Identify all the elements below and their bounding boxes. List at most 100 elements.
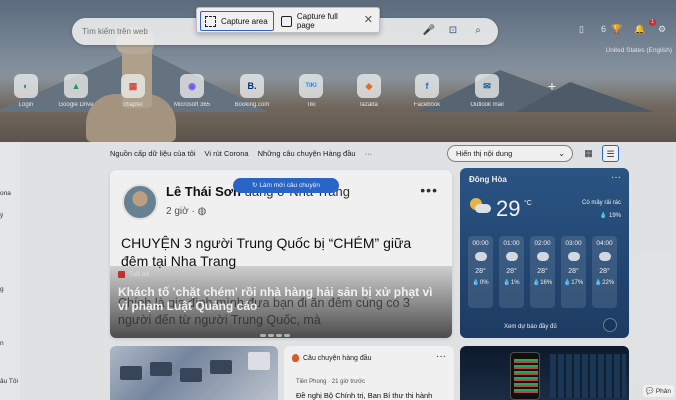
chevron-down-icon: ⌄ — [558, 149, 565, 158]
capture-full-page-button[interactable]: Capture full page — [277, 11, 361, 31]
close-icon[interactable]: ✕ — [364, 13, 373, 26]
weather-condition: Có mây rải rác — [581, 200, 621, 206]
partly-cloudy-icon — [471, 249, 487, 261]
news-source: Tiền Phong · 21 giờ trước — [296, 379, 366, 385]
sidebar-item[interactable]: n — [0, 340, 4, 347]
quick-link-icon: ◉ — [180, 74, 204, 98]
quick-link[interactable]: ▲ Google Drive — [51, 74, 101, 108]
quick-link-icon: ◆ — [357, 74, 381, 98]
quick-link-icon: ▦ — [121, 74, 145, 98]
capture-full-page-icon — [281, 15, 292, 27]
news-image-card[interactable] — [460, 346, 629, 400]
phone-image — [510, 352, 540, 400]
list-layout-icon[interactable]: ☰ — [602, 145, 619, 162]
visual-search-icon[interactable]: ⊡ — [446, 24, 460, 38]
quick-link-label: Google Drive — [58, 102, 94, 108]
quick-link-label: chaptei — [123, 102, 143, 108]
weather-unit[interactable]: °C — [524, 200, 532, 207]
partly-cloudy-icon — [533, 249, 549, 261]
sidebar-item[interactable]: âu Tôi — [0, 378, 18, 385]
hourly-forecast-item[interactable]: 00:00 28° 💧0% — [468, 236, 493, 308]
news-image-card[interactable] — [110, 346, 278, 400]
quick-link[interactable]: ◉ Microsoft 365 — [167, 74, 217, 108]
partly-cloudy-icon — [564, 249, 580, 261]
quick-link-icon: ✉ — [475, 74, 499, 98]
quick-link-icon: B. — [240, 74, 264, 98]
rewards-points[interactable]: 6 — [601, 24, 606, 34]
sidebar-item[interactable]: g — [0, 286, 4, 293]
capture-toolbar: Capture area Capture full page ✕ — [196, 7, 380, 33]
content-area: ona ý g n âu Tôi Nguồn cấp dữ liệu của tôi Vi… — [0, 142, 676, 400]
full-forecast-link[interactable]: Xem dự báo đầy đủ — [504, 324, 557, 330]
news-title[interactable]: Đề nghị Bộ Chính trị, Ban Bí thư thi hàn… — [296, 391, 432, 400]
news-card[interactable]: Lê Thái Sơn đang ở Nha Trang 2 giờ · ◍ •… — [110, 170, 452, 338]
plus-icon: + — [547, 78, 557, 94]
quick-link-label: Outlook mail — [470, 102, 504, 108]
gear-icon[interactable]: ⚙ — [658, 24, 666, 35]
notification-badge: 1 — [649, 19, 656, 26]
search-icon[interactable]: ⌕ — [471, 24, 485, 38]
quick-link-icon: ▲ — [64, 74, 88, 98]
quick-link-label: Login — [18, 102, 34, 108]
add-shortcut-button[interactable]: + — [527, 74, 577, 94]
hourly-forecast-item[interactable]: 01:00 28° 💧1% — [499, 236, 524, 308]
feed-tab[interactable]: Nguồn cấp dữ liệu của tôi — [110, 149, 196, 158]
quick-link-label: Microsoft 365 — [173, 102, 210, 108]
sidebar-item[interactable]: ý — [0, 212, 3, 219]
capture-full-page-label: Capture full page — [296, 12, 338, 30]
quick-link[interactable]: ▦ chaptei — [108, 74, 158, 108]
quick-link-label: Facebook — [413, 102, 441, 108]
hourly-forecast: 00:00 28° 💧0% 01:00 28° 💧1% 02:00 28° 💧16% 03:00 2… — [468, 236, 622, 312]
quick-link[interactable]: B. Booking.com — [227, 74, 277, 108]
source-logo-icon — [118, 271, 125, 278]
feed-tab[interactable]: Vi rút Corona — [205, 149, 249, 158]
refresh-stories-button[interactable]: ↻ Làm mới câu chuyện — [233, 178, 339, 193]
left-sidebar: ona ý g n âu Tôi — [0, 142, 20, 400]
capture-area-button[interactable]: Capture area — [200, 11, 274, 31]
bell-icon[interactable]: 🔔 — [634, 24, 645, 35]
fire-icon — [292, 354, 299, 362]
microphone-icon[interactable]: 🎤 — [422, 24, 436, 38]
hourly-forecast-item[interactable]: 03:00 28° 💧17% — [561, 236, 586, 308]
quick-link-label: lazada — [360, 102, 378, 108]
more-options-icon[interactable]: ••• — [420, 182, 438, 198]
carousel-dots[interactable] — [260, 330, 300, 337]
sidebar-item[interactable]: ona — [0, 190, 11, 197]
quick-link-icon: TIKI — [299, 74, 323, 98]
feed-tab[interactable]: ··· — [365, 149, 373, 158]
quick-link-icon: ◐ — [14, 74, 38, 98]
feed-tab[interactable]: Những câu chuyện Hàng đầu — [258, 149, 356, 158]
quick-link[interactable]: TIKI Tiki — [286, 74, 336, 108]
locale-label[interactable]: United States (English) — [606, 47, 672, 54]
weather-card[interactable]: Đông Hòa ··· 29 °C Có mây rải rác 💧 19% … — [460, 168, 629, 338]
phone-icon[interactable]: ▯ — [579, 24, 584, 35]
partly-cloudy-icon — [502, 249, 518, 261]
hourly-forecast-item[interactable]: 04:00 28° 💧22% — [592, 236, 617, 308]
trophy-icon[interactable]: 🏆 — [611, 24, 622, 35]
news-source: Tuổi trẻ — [118, 271, 149, 278]
more-options-icon[interactable]: ··· — [611, 172, 621, 183]
weather-location[interactable]: Đông Hòa — [469, 175, 507, 184]
globe-icon: ◍ — [197, 206, 207, 217]
grid-layout-icon[interactable]: ▦ — [580, 145, 597, 162]
post-time: 2 giờ · ◍ — [166, 206, 207, 217]
display-content-value: Hiển thị nội dung — [456, 149, 513, 158]
display-content-select[interactable]: Hiển thị nội dung ⌄ — [447, 145, 573, 162]
news-title[interactable]: Khách tố 'chặt chém' rồi nhà hàng hải sả… — [118, 285, 444, 313]
quick-link[interactable]: f Facebook — [402, 74, 452, 108]
weather-temperature: 29 — [496, 196, 521, 221]
quick-link[interactable]: ✉ Outlook mail — [462, 74, 512, 108]
quick-link[interactable]: ◆ lazada — [344, 74, 394, 108]
quick-link-icon: f — [415, 74, 439, 98]
hourly-forecast-item[interactable]: 02:00 28° 💧16% — [530, 236, 555, 308]
top-stories-card[interactable]: Câu chuyện hàng đầu ··· Tiền Phong · 21 … — [284, 346, 454, 400]
quick-link[interactable]: ◐ Login — [1, 74, 51, 108]
more-options-icon[interactable]: ··· — [436, 351, 446, 362]
quick-link-label: Booking.com — [234, 102, 270, 108]
avatar — [122, 184, 158, 220]
weather-flag-icon — [603, 318, 617, 332]
feed-tabs: Nguồn cấp dữ liệu của tôi Vi rút Corona Nh… — [110, 149, 381, 161]
capture-area-icon — [205, 15, 216, 27]
feedback-button[interactable]: 💬 Phản — [642, 385, 674, 397]
partly-cloudy-icon — [595, 249, 611, 261]
